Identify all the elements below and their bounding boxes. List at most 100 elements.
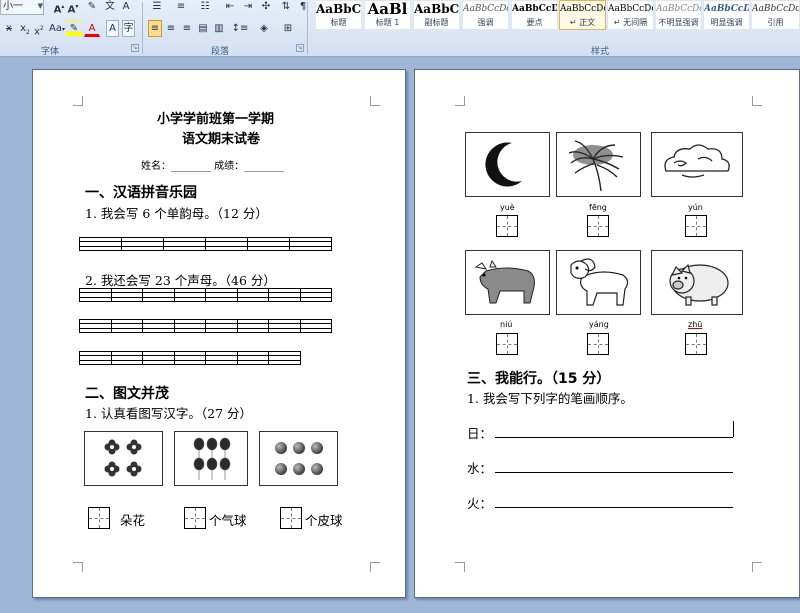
shrink-font-button[interactable]: A▾ bbox=[66, 0, 80, 15]
bullets-icon[interactable]: ☰ bbox=[146, 0, 168, 15]
justify-icon[interactable]: ▤ bbox=[196, 20, 210, 37]
style-sample: AaBbCcDd bbox=[656, 4, 701, 14]
font-color-icon[interactable]: A bbox=[84, 20, 100, 37]
style-sample: AaBbCcDd bbox=[752, 4, 799, 14]
answer-line[interactable] bbox=[495, 507, 733, 508]
font-size-select[interactable]: 小一 ▼ bbox=[0, 0, 44, 15]
style-intense-emphasis[interactable]: AaBbCcDd 明显强调 bbox=[703, 0, 750, 30]
crop-mark bbox=[752, 96, 762, 106]
change-case-icon[interactable]: Aa▾ bbox=[48, 20, 65, 37]
answer-box[interactable] bbox=[280, 507, 302, 529]
char-border-icon[interactable]: A bbox=[118, 0, 134, 15]
numbering-icon[interactable]: ≡ bbox=[170, 0, 192, 15]
style-no-spacing[interactable]: AaBbCcDc ↵ 无间隔 bbox=[607, 0, 654, 30]
style-subtle-emphasis[interactable]: AaBbCcDd 不明显强调 bbox=[655, 0, 702, 30]
answer-line[interactable] bbox=[495, 472, 733, 473]
superscript-icon[interactable]: x2 bbox=[32, 20, 46, 37]
answer-box[interactable] bbox=[587, 333, 609, 355]
style-emphasis[interactable]: AaBbCcDd 强调 bbox=[462, 0, 509, 30]
style-name: 明显强调 bbox=[710, 18, 743, 27]
answer-line[interactable] bbox=[495, 437, 733, 438]
char-shading-icon[interactable]: A bbox=[106, 20, 119, 37]
multilevel-list-icon[interactable]: ☷ bbox=[194, 0, 216, 15]
question-1: 1. 我会写 6 个单韵母。（12 分） bbox=[85, 206, 268, 221]
increase-indent-icon[interactable]: ⇥ bbox=[240, 0, 256, 15]
crop-mark bbox=[455, 562, 465, 572]
highlight-icon[interactable]: ✎ bbox=[66, 20, 82, 37]
ox-picture bbox=[465, 250, 550, 315]
subscript-icon[interactable]: x2 bbox=[18, 20, 32, 37]
styles-group-label: 样式 bbox=[590, 47, 609, 57]
sheep-picture bbox=[556, 250, 641, 315]
phonetic-guide-icon[interactable]: 文 bbox=[102, 0, 118, 15]
sort-icon[interactable]: ⇅ bbox=[278, 0, 294, 15]
pinyin-yun: yún bbox=[688, 203, 703, 212]
separator bbox=[142, 2, 143, 54]
answer-box[interactable] bbox=[685, 333, 707, 355]
answer-box[interactable] bbox=[587, 215, 609, 237]
style-sample: AaBbCcDd bbox=[704, 4, 749, 14]
cloud-picture bbox=[651, 132, 743, 197]
line-spacing-icon[interactable]: ↕≡ bbox=[230, 20, 250, 37]
style-sample: AaBbCcD bbox=[512, 4, 557, 14]
balls-picture bbox=[259, 431, 338, 486]
distributed-icon[interactable]: ▥ bbox=[212, 20, 226, 37]
align-left-icon[interactable]: ≡ bbox=[148, 20, 162, 37]
shading-icon[interactable]: ◈ bbox=[254, 20, 274, 37]
style-sample: AaBbCcDd bbox=[463, 4, 508, 14]
style-sample: AaBbC bbox=[414, 2, 459, 16]
paragraph-dialog-launcher-icon[interactable]: ↘ bbox=[296, 44, 304, 52]
enclose-char-icon[interactable]: 字 bbox=[122, 20, 135, 37]
separator bbox=[307, 2, 308, 54]
pinyin-zhu: zhū bbox=[688, 320, 703, 329]
style-name: 标题 bbox=[330, 18, 347, 27]
font-dialog-launcher-icon[interactable]: ↘ bbox=[131, 44, 139, 52]
document-workspace[interactable]: 小学学前班第一学期 语文期末试卷 姓名：________ 成绩：________… bbox=[0, 57, 800, 613]
crop-mark bbox=[455, 96, 465, 106]
stroke-char-ri: 日： bbox=[467, 426, 493, 441]
style-subtitle[interactable]: AaBbC 副标题 bbox=[413, 0, 460, 30]
stroke-char-shui: 水： bbox=[467, 461, 493, 476]
align-right-icon[interactable]: ≡ bbox=[180, 20, 194, 37]
pig-picture bbox=[651, 250, 743, 315]
font-size-value: 小一 bbox=[3, 1, 23, 12]
style-heading-1[interactable]: AaBl 标题 1 bbox=[364, 0, 411, 30]
align-center-icon[interactable]: ≡ bbox=[164, 20, 178, 37]
borders-icon[interactable]: ⊞ bbox=[278, 20, 298, 37]
style-name: ↵ 正文 bbox=[569, 18, 596, 27]
chinese-layout-icon[interactable]: ✣ bbox=[258, 0, 274, 15]
answer-box[interactable] bbox=[496, 333, 518, 355]
style-name: 副标题 bbox=[424, 18, 449, 27]
flowers-picture bbox=[84, 431, 163, 486]
paragraph-group-label: 段落 bbox=[210, 47, 229, 57]
style-quote[interactable]: AaBbCcDd 引用 bbox=[751, 0, 800, 30]
pinyin-yang: yáng bbox=[589, 320, 609, 329]
count-label-flowers: 朵花 bbox=[120, 513, 146, 528]
question-4: 1. 我会写下列字的笔画顺序。 bbox=[467, 391, 633, 406]
answer-box[interactable] bbox=[184, 507, 206, 529]
decrease-indent-icon[interactable]: ⇤ bbox=[222, 0, 238, 15]
exam-title-line2: 语文期末试卷 bbox=[182, 132, 261, 147]
question-2: 2. 我还会写 23 个声母。（46 分） bbox=[85, 273, 276, 288]
question-3: 1. 认真看图写汉字。（27 分） bbox=[85, 406, 253, 421]
crop-mark bbox=[752, 562, 762, 572]
style-normal[interactable]: AaBbCcDc ↵ 正文 bbox=[559, 0, 606, 30]
style-strong[interactable]: AaBbCcD 要点 bbox=[511, 0, 558, 30]
style-name: 不明显强调 bbox=[658, 18, 699, 27]
section-3-heading: 三、我能行。（15 分） bbox=[467, 371, 611, 387]
strikethrough-icon[interactable]: x bbox=[2, 20, 16, 37]
answer-box[interactable] bbox=[88, 507, 110, 529]
crop-mark bbox=[73, 562, 83, 572]
grow-font-button[interactable]: A▴ bbox=[52, 0, 66, 15]
answer-box[interactable] bbox=[496, 215, 518, 237]
answer-box[interactable] bbox=[685, 215, 707, 237]
name-score-line: 姓名：________ 成绩：________ bbox=[141, 161, 285, 172]
page-2[interactable]: yuè fēng yún niú yáng zhū 三、我能行。（15 分） 1… bbox=[414, 69, 800, 598]
page-1[interactable]: 小学学前班第一学期 语文期末试卷 姓名：________ 成绩：________… bbox=[32, 69, 406, 598]
style-sample: AaBbC bbox=[316, 2, 361, 16]
style-name: 标题 1 bbox=[375, 18, 400, 27]
windy-tree-picture bbox=[556, 132, 641, 197]
section-2-heading: 二、图文并茂 bbox=[85, 386, 169, 402]
clear-format-icon[interactable]: ✎ bbox=[84, 0, 100, 15]
style-title[interactable]: AaBbC 标题 bbox=[315, 0, 362, 30]
